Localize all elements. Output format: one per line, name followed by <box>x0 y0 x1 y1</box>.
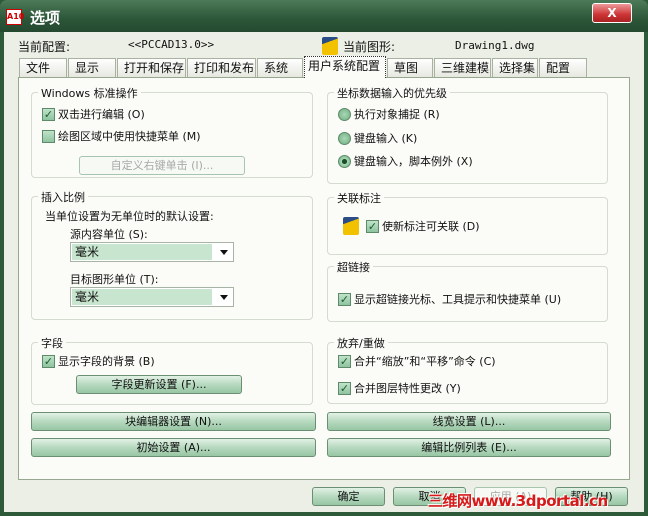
target-units-label: 目标图形单位 (T): <box>70 273 159 286</box>
tab-plot-publish[interactable]: 打印和发布 <box>187 58 256 77</box>
edit-scale-list-button[interactable]: 编辑比例列表 (E)... <box>327 438 611 457</box>
tab-user-preferences[interactable]: 用户系统配置 <box>304 56 386 78</box>
group-title: 放弃/重做 <box>334 335 388 351</box>
dimension-icon <box>343 217 359 235</box>
watermark: 三维网www.3dportal.cn <box>428 492 608 510</box>
profile-value: <<PCCAD13.0>> <box>128 38 215 51</box>
tab-profiles[interactable]: 配置 <box>539 58 587 77</box>
profile-label: 当前配置: <box>18 40 71 54</box>
insert-scale-desc: 当单位设置为无单位时的默认设置: <box>45 210 214 223</box>
select-value: 毫米 <box>72 289 212 305</box>
fields-group: 字段 <box>31 335 313 405</box>
field-background-checkbox[interactable]: ✓ 显示字段的背景 (B) <box>42 353 155 369</box>
initial-setup-button[interactable]: 初始设置 (A)... <box>31 438 316 457</box>
lineweight-settings-button[interactable]: 线宽设置 (L)... <box>327 412 611 431</box>
checkbox-label: 显示字段的背景 (B) <box>58 355 155 368</box>
group-title: 关联标注 <box>334 190 384 206</box>
tab-3d-modeling[interactable]: 三维建模 <box>434 58 491 77</box>
checkbox-icon: ✓ <box>42 107 55 121</box>
chevron-down-icon <box>220 250 228 255</box>
radio-icon <box>338 154 351 168</box>
close-button[interactable]: X <box>592 3 632 23</box>
checkbox-label: 双击进行编辑 (O) <box>58 108 145 121</box>
combine-layer-checkbox[interactable]: ✓ 合并图层特性更改 (Y) <box>338 380 461 396</box>
group-title: 超链接 <box>334 259 373 275</box>
checkbox-label: 合并“缩放”和“平移”命令 (C) <box>354 355 496 368</box>
window-title: 选项 <box>30 9 61 27</box>
checkbox-label: 显示超链接光标、工具提示和快捷菜单 (U) <box>354 293 562 306</box>
radio-icon <box>338 131 351 145</box>
checkbox-icon: ✓ <box>338 354 351 368</box>
app-icon: A10 <box>6 9 24 25</box>
shortcut-menu-checkbox[interactable]: 绘图区域中使用快捷菜单 (M) <box>42 128 201 144</box>
radio-label: 键盘输入，脚本例外 (X) <box>354 155 473 168</box>
checkbox-icon: ✓ <box>42 354 55 368</box>
tab-selection[interactable]: 选择集 <box>492 58 538 77</box>
hyperlink-checkbox[interactable]: ✓ 显示超链接光标、工具提示和快捷菜单 (U) <box>338 291 561 307</box>
checkbox-label: 合并图层特性更改 (Y) <box>354 382 461 395</box>
checkbox-icon <box>42 129 55 143</box>
group-title: Windows 标准操作 <box>38 85 141 101</box>
tab-system[interactable]: 系统 <box>257 58 303 77</box>
target-units-select[interactable]: 毫米 <box>70 287 234 307</box>
radio-label: 执行对象捕捉 (R) <box>354 108 440 121</box>
associative-dim-checkbox[interactable]: ✓ 使新标注可关联 (D) <box>343 217 480 235</box>
select-value: 毫米 <box>72 244 212 260</box>
checkbox-icon: ✓ <box>338 381 351 395</box>
group-title: 插入比例 <box>38 189 88 205</box>
drawing-icon <box>322 37 338 55</box>
checkbox-icon: ✓ <box>338 292 351 306</box>
checkbox-label: 使新标注可关联 (D) <box>382 220 480 233</box>
source-units-label: 源内容单位 (S): <box>70 228 148 241</box>
tab-display[interactable]: 显示 <box>68 58 116 77</box>
title-bar[interactable] <box>0 0 648 32</box>
dblclick-edit-checkbox[interactable]: ✓ 双击进行编辑 (O) <box>42 106 145 122</box>
radio-keyboard-entry[interactable]: 键盘输入 (K) <box>338 130 417 146</box>
radio-icon <box>338 107 351 121</box>
chevron-down-icon <box>220 295 228 300</box>
source-units-select[interactable]: 毫米 <box>70 242 234 262</box>
checkbox-label: 绘图区域中使用快捷菜单 (M) <box>58 130 201 143</box>
radio-keyboard-except-scripts[interactable]: 键盘输入，脚本例外 (X) <box>338 153 473 169</box>
drawing-value: Drawing1.dwg <box>455 39 535 52</box>
custom-right-click-button[interactable]: 自定义右键单击 (I)... <box>79 156 245 175</box>
tab-open-save[interactable]: 打开和保存 <box>117 58 186 77</box>
tab-files[interactable]: 文件 <box>19 58 67 77</box>
group-title: 坐标数据输入的优先级 <box>334 85 450 101</box>
checkbox-icon: ✓ <box>366 219 379 233</box>
radio-label: 键盘输入 (K) <box>354 132 418 145</box>
ok-button[interactable]: 确定 <box>312 487 385 506</box>
field-update-settings-button[interactable]: 字段更新设置 (F)... <box>76 375 242 394</box>
block-editor-settings-button[interactable]: 块编辑器设置 (N)... <box>31 412 316 431</box>
radio-object-snap[interactable]: 执行对象捕捉 (R) <box>338 106 440 122</box>
group-title: 字段 <box>38 335 66 351</box>
drawing-label: 当前图形: <box>343 40 396 54</box>
combine-zoom-pan-checkbox[interactable]: ✓ 合并“缩放”和“平移”命令 (C) <box>338 353 496 369</box>
tab-drafting[interactable]: 草图 <box>387 58 433 77</box>
